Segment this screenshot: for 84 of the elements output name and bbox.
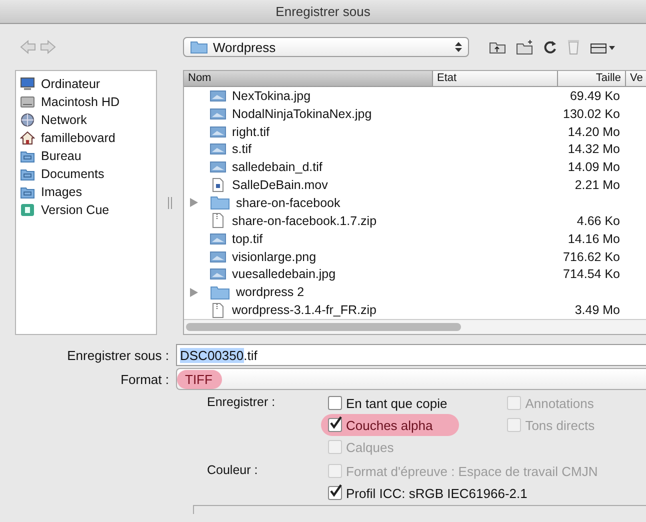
option-group-label: Enregistrer :	[207, 394, 276, 411]
sidebar-item[interactable]: Version Cue	[41, 203, 110, 217]
image-file-icon	[210, 126, 226, 138]
image-file-icon	[210, 90, 226, 102]
file-size: 714.54 Ko	[563, 267, 620, 282]
option-group-label: Couleur :	[207, 462, 259, 479]
checkbox-option[interactable]: En tant que copie	[321, 392, 460, 414]
column-header[interactable]: Ve	[626, 71, 646, 87]
forward-arrow-icon[interactable]	[40, 40, 56, 54]
movie-file-icon	[210, 178, 226, 192]
file-size: 69.49 Ko	[570, 88, 620, 103]
folder-icon	[210, 284, 230, 300]
image-file-icon	[210, 268, 226, 280]
back-arrow-icon[interactable]	[20, 40, 36, 54]
sidebar-item[interactable]: Bureau	[41, 149, 82, 163]
file-name[interactable]: s.tif	[232, 142, 252, 156]
save-as-label: Enregistrer sous :	[66, 348, 170, 362]
updown-caret-icon	[455, 41, 462, 53]
column-header[interactable]: Etat	[433, 71, 558, 87]
folder-icon	[20, 185, 35, 199]
toolbox-icon[interactable]	[590, 40, 616, 54]
file-size: 3.49 Mo	[574, 303, 620, 318]
checkbox[interactable]	[328, 418, 342, 432]
file-size: 716.62 Ko	[563, 250, 620, 264]
column-header[interactable]: Nom	[184, 71, 433, 87]
file-name-field[interactable]: DSC00350.tif	[176, 344, 646, 366]
file-size: 14.16 Mo	[568, 232, 620, 246]
sidebar-item[interactable]: famillebovard	[41, 131, 116, 145]
folder-icon	[190, 40, 208, 54]
format-label: Format :	[120, 372, 170, 386]
file-size: 14.32 Mo	[568, 142, 620, 156]
file-name[interactable]: salledebain_d.tif	[232, 160, 322, 174]
folder-icon	[210, 195, 230, 210]
image-file-icon	[210, 143, 226, 156]
app-icon	[20, 203, 35, 217]
trash-icon[interactable]	[567, 39, 580, 55]
file-size: 14.09 Mo	[568, 160, 620, 174]
file-size: 130.02 Ko	[563, 106, 620, 121]
computer-icon	[20, 77, 35, 91]
new-folder-icon[interactable]	[516, 40, 533, 54]
checkbox[interactable]	[328, 486, 342, 500]
file-name[interactable]: share-on-facebook	[236, 196, 340, 210]
file-size: 2.21 Mo	[574, 178, 620, 192]
checkbox-option[interactable]: Couches alpha	[321, 414, 460, 436]
image-file-icon	[210, 161, 226, 174]
globe-icon	[20, 113, 35, 127]
hard-drive-icon	[20, 95, 35, 109]
file-name[interactable]: share-on-facebook.1.7.zip	[232, 214, 377, 228]
file-name[interactable]: wordpress 2	[236, 285, 304, 300]
file-name[interactable]: visionlarge.png	[232, 250, 316, 264]
checkbox-option[interactable]: Profil ICC: sRGB IEC61966-2.1	[321, 482, 610, 504]
disclosure-triangle-icon[interactable]	[190, 198, 198, 208]
splitter-handle-icon[interactable]	[168, 196, 172, 208]
image-file-icon	[210, 108, 226, 120]
house-icon	[20, 131, 35, 145]
sidebar-item[interactable]: Network	[41, 113, 87, 127]
image-file-icon	[210, 250, 226, 263]
zip-file-icon	[210, 213, 226, 228]
checkbox[interactable]	[328, 396, 342, 410]
file-name[interactable]: NexTokina.jpg	[232, 88, 311, 103]
folder-icon	[20, 167, 35, 181]
sidebar-item[interactable]: Ordinateur	[41, 77, 100, 91]
file-name[interactable]: vuesalledebain.jpg	[232, 267, 336, 282]
disclosure-triangle-icon[interactable]	[190, 288, 198, 297]
parent-folder-icon[interactable]	[489, 40, 506, 54]
format-value: TIFF	[177, 370, 222, 388]
location-popup[interactable]: Wordpress	[183, 37, 469, 57]
scrollbar-thumb[interactable]	[186, 323, 461, 332]
file-size: 14.20 Mo	[568, 124, 620, 139]
file-name[interactable]: NodalNinjaTokinaNex.jpg	[232, 106, 372, 121]
window-title: Enregistrer sous	[0, 0, 646, 24]
image-file-icon	[210, 232, 226, 245]
file-name[interactable]: wordpress-3.1.4-fr_FR.zip	[232, 303, 376, 318]
sidebar-item[interactable]: Macintosh HD	[41, 95, 120, 109]
sidebar-item[interactable]: Images	[41, 185, 82, 199]
file-size: 4.66 Ko	[576, 214, 620, 228]
refresh-icon[interactable]	[543, 40, 557, 54]
folder-icon	[20, 149, 35, 163]
file-name[interactable]: top.tif	[232, 232, 263, 246]
sidebar-item[interactable]: Documents	[41, 167, 104, 181]
column-header[interactable]: Taille	[558, 71, 626, 87]
file-name[interactable]: SalleDeBain.mov	[232, 178, 328, 192]
file-name[interactable]: right.tif	[232, 124, 270, 139]
format-popup[interactable]: TIFF	[176, 368, 646, 390]
